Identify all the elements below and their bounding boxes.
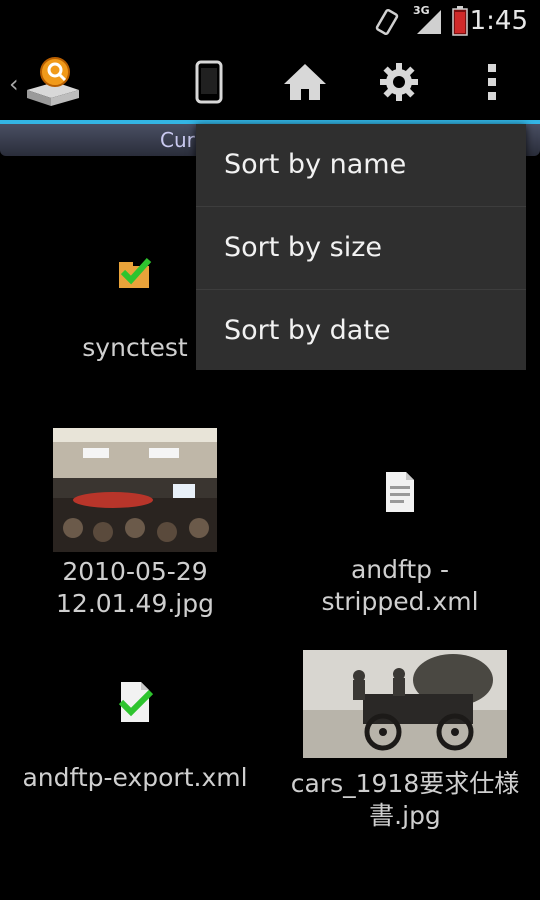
menu-item-sort-by-name[interactable]: Sort by name (196, 124, 526, 207)
sort-menu: Sort by name Sort by size Sort by date (196, 124, 526, 370)
signal-icon: 3G (413, 4, 443, 36)
grid-item-andftp-stripped[interactable]: andftp - stripped.xml (300, 470, 500, 618)
home-icon (284, 64, 326, 100)
home-button[interactable] (272, 44, 338, 120)
status-bar: 3G 1:45 (0, 0, 540, 44)
document-icon (386, 472, 414, 512)
current-path-label: Cur (160, 128, 195, 152)
device-button[interactable] (178, 44, 240, 120)
action-bar: ‹ (0, 44, 540, 120)
menu-item-sort-by-size[interactable]: Sort by size (196, 207, 526, 290)
svg-text:‹: ‹ (9, 70, 19, 98)
file-name: 2010-05-29 12.01.49.jpg (56, 557, 214, 618)
grid-item-andftp-export[interactable]: andftp-export.xml (10, 680, 260, 794)
overflow-menu-button[interactable] (470, 44, 514, 120)
app-home-button[interactable]: ‹ (0, 44, 90, 120)
photo-thumbnail (303, 650, 507, 758)
grid-item-photo-2010[interactable]: 2010-05-29 12.01.49.jpg (20, 428, 250, 620)
menu-item-sort-by-date[interactable]: Sort by date (196, 290, 526, 372)
grid-item-cars-1918[interactable]: cars_1918要求仕様書.jpg (270, 650, 540, 832)
more-vertical-icon (488, 64, 496, 100)
folder-check-icon (119, 257, 152, 288)
gear-icon (380, 63, 418, 101)
file-name: andftp - stripped.xml (321, 555, 479, 616)
file-name: cars_1918要求仕様書.jpg (290, 769, 520, 830)
photo-thumbnail (53, 428, 217, 552)
vibrate-icon (375, 8, 399, 36)
battery-icon (452, 6, 468, 36)
file-name: andftp-export.xml (22, 763, 248, 792)
app-logo-icon: ‹ (9, 57, 79, 106)
clock: 1:45 (469, 6, 528, 36)
settings-button[interactable] (366, 44, 432, 120)
document-check-icon (118, 682, 154, 722)
phone-icon (195, 60, 223, 104)
